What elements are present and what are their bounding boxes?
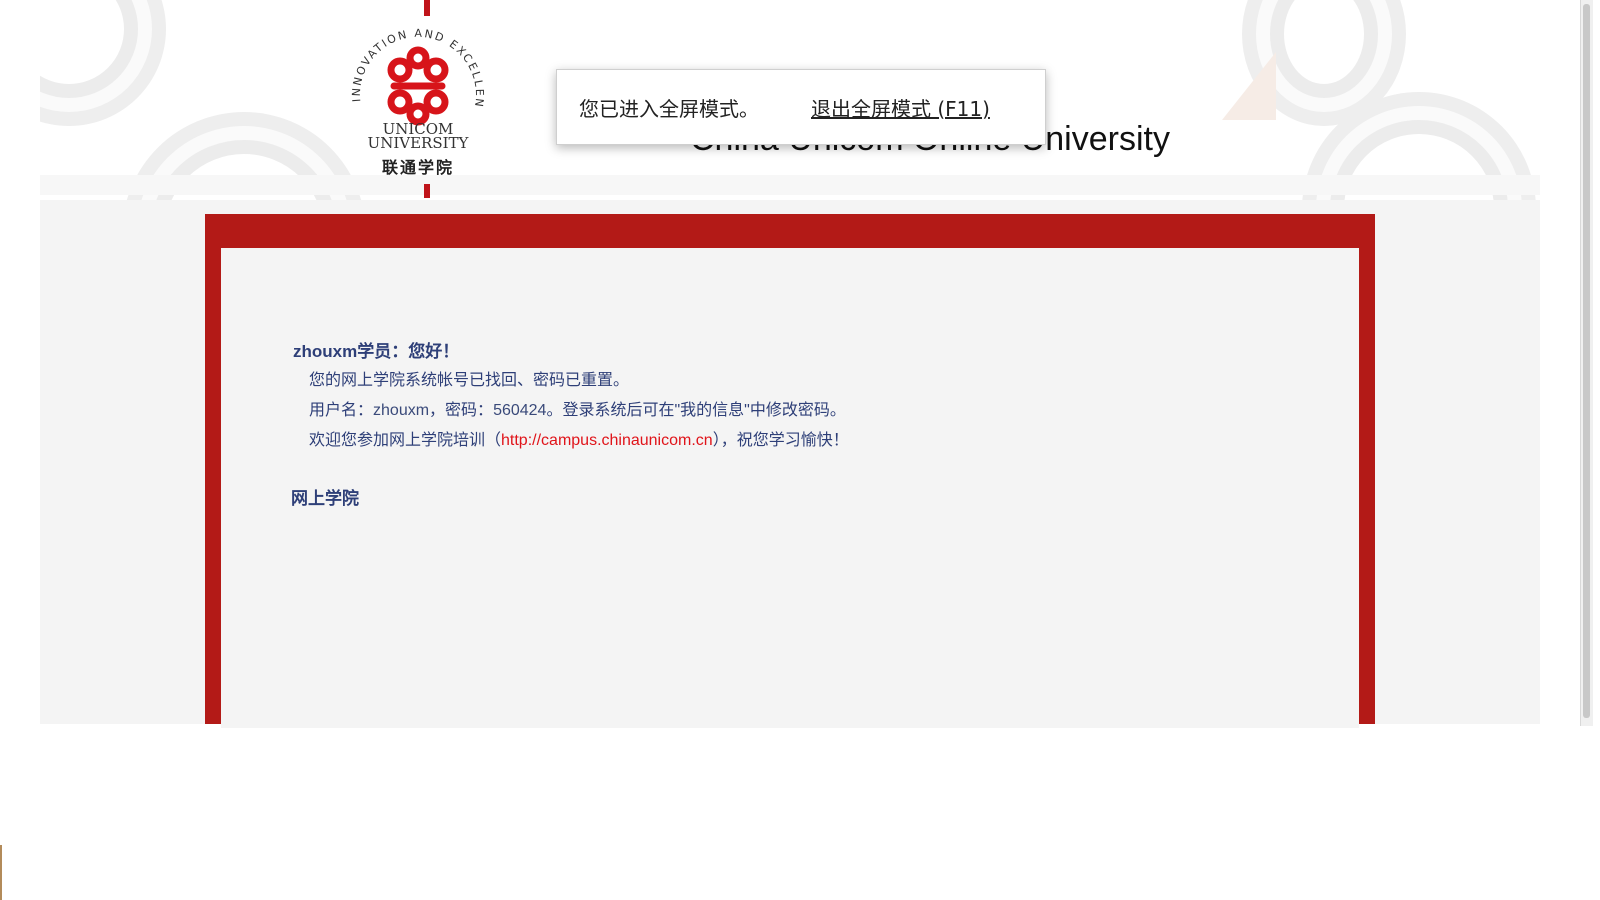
decorative-swirl (40, 0, 138, 98)
welcome-message: 欢迎您参加网上学院培训（http://campus.chinaunicom.cn… (309, 432, 849, 449)
campus-link[interactable]: http://campus.chinaunicom.cn (501, 432, 713, 449)
decorative-triangle (1222, 52, 1276, 120)
logo-name-en: UNICOM UNIVERSITY (367, 120, 469, 152)
decorative-swirl (1270, 0, 1378, 98)
logo-name-cn: 联通学院 (381, 158, 454, 177)
decorative-edge (0, 845, 2, 900)
unicom-university-logo: INNOVATION AND EXCELLENCE UNICOM UNIVERS… (348, 22, 488, 182)
email-body: zhouxm学员：您好！ 您的网上学院系统帐号已找回、密码已重置。 用户名：zh… (221, 248, 1359, 728)
username-value: zhouxm (373, 402, 430, 419)
header-red-mark (424, 0, 430, 16)
email-frame: zhouxm学员：您好！ 您的网上学院系统帐号已找回、密码已重置。 用户名：zh… (205, 214, 1375, 728)
exit-fullscreen-link[interactable]: 退出全屏模式 (F11) (811, 93, 990, 122)
scrollbar-thumb[interactable] (1583, 4, 1590, 718)
email-content: zhouxm学员：您好！ 您的网上学院系统帐号已找回、密码已重置。 用户名：zh… (291, 338, 849, 509)
password-value: 560424 (493, 402, 547, 419)
chinese-knot-icon (387, 46, 449, 126)
account-reset-message: 您的网上学院系统帐号已找回、密码已重置。 (309, 372, 630, 389)
greeting: zhouxm学员：您好！ (293, 342, 460, 361)
header-red-mark (424, 184, 430, 198)
vertical-scrollbar[interactable] (1580, 0, 1593, 726)
header-divider (40, 175, 1540, 195)
fullscreen-message: 您已进入全屏模式。 (579, 96, 759, 121)
credentials-message: 用户名：zhouxm，密码：560424。登录系统后可在"我的信息"中修改密码。 (309, 402, 846, 419)
fullscreen-notification: 您已进入全屏模式。 退出全屏模式 (F11) (556, 69, 1046, 145)
signature: 网上学院 (291, 489, 359, 508)
